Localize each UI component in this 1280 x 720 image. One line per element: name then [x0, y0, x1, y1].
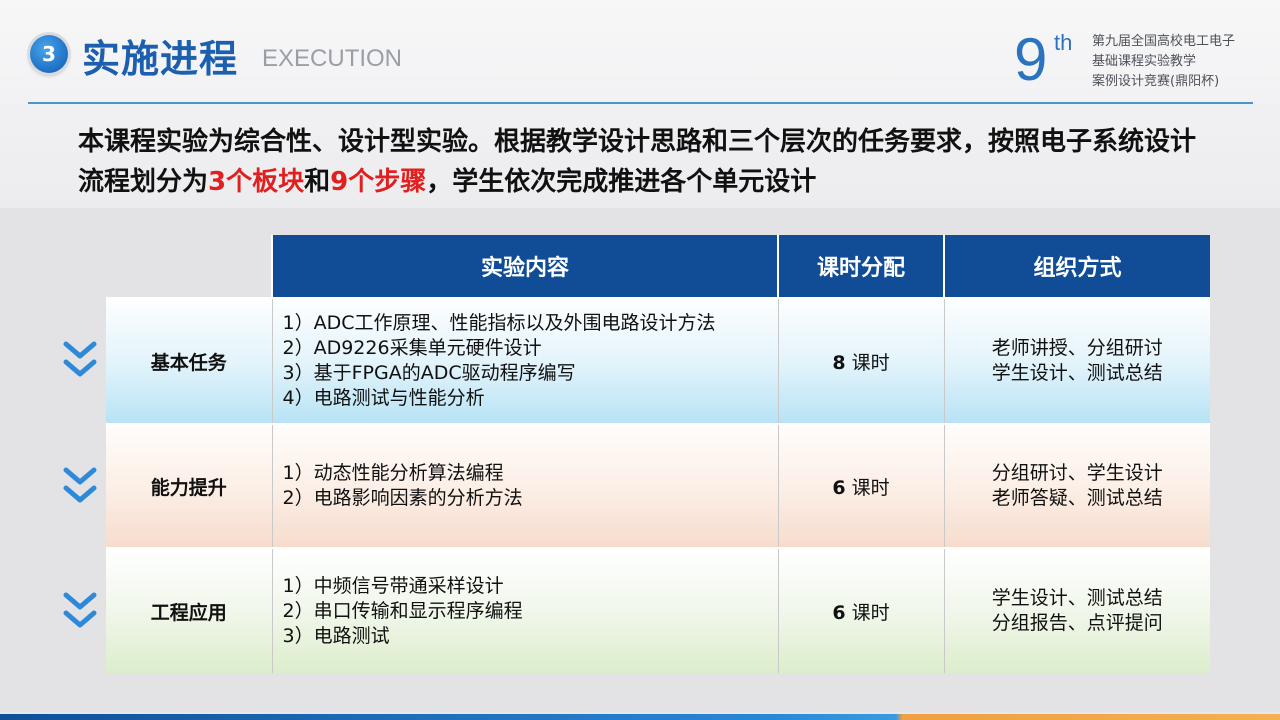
org-item: 老师答疑、测试总结 [991, 487, 1163, 509]
hours-unit: 课时 [851, 601, 890, 624]
intro-text: 和 [304, 167, 331, 197]
org-item: 老师讲授、分组研讨 [991, 337, 1163, 359]
competition-logo-number: 9 [1014, 26, 1048, 93]
row-organization: 老师讲授、分组研讨 学生设计、测试总结 [943, 297, 1210, 424]
row-label: 工程应用 [106, 547, 272, 673]
content-item: 2）电路影响因素的分析方法 [282, 487, 523, 509]
org-item: 学生设计、测试总结 [991, 587, 1163, 609]
row-hours: 8 课时 [777, 297, 944, 424]
row-content: 1）动态性能分析算法编程 2）电路影响因素的分析方法 [271, 423, 778, 548]
row-organization: 分组研讨、学生设计 老师答疑、测试总结 [943, 423, 1210, 548]
row-hours: 6 课时 [777, 423, 944, 548]
org-item: 学生设计、测试总结 [991, 362, 1163, 384]
content-item: 3）电路测试 [282, 624, 390, 647]
intro-paragraph: 本课程实验为综合性、设计型实验。根据教学设计思路和三个层次的任务要求，按照电子系… [78, 122, 1218, 202]
row-label: 基本任务 [106, 297, 272, 424]
section-number-badge: 3 [30, 35, 68, 73]
hours-number: 6 [832, 601, 846, 624]
row-organization: 学生设计、测试总结 分组报告、点评提问 [943, 547, 1210, 673]
header-divider [28, 102, 1253, 104]
row-content: 1）ADC工作原理、性能指标以及外围电路设计方法 2）AD9226采集单元硬件设… [271, 297, 778, 424]
hours-unit: 课时 [851, 351, 890, 374]
org-item: 分组报告、点评提问 [991, 612, 1163, 634]
competition-name: 第九届全国高校电工电子 基础课程实验教学 案例设计竞赛(鼎阳杯) [1092, 32, 1235, 92]
intro-highlight-steps: 9个步骤 [330, 167, 427, 197]
org-item: 分组研讨、学生设计 [991, 462, 1163, 484]
competition-name-line: 基础课程实验教学 [1092, 54, 1197, 69]
table-row: 工程应用 1）中频信号带通采样设计 2）串口传输和显示程序编程 3）电路测试 6… [106, 547, 1210, 673]
page-title-english: EXECUTION [262, 45, 403, 72]
content-item: 1）ADC工作原理、性能指标以及外围电路设计方法 [282, 312, 716, 334]
hours-number: 8 [832, 351, 846, 374]
table-header-content: 实验内容 [271, 235, 778, 298]
table-header-empty [106, 235, 272, 298]
competition-name-line: 案例设计竞赛(鼎阳杯) [1092, 74, 1220, 89]
content-item: 4）电路测试与性能分析 [282, 387, 485, 409]
table-header-hours: 课时分配 [777, 235, 944, 298]
competition-name-line: 第九届全国高校电工电子 [1092, 34, 1236, 49]
double-chevron-down-icon [63, 592, 97, 628]
row-label: 能力提升 [106, 423, 272, 548]
page-title: 实施进程 [82, 37, 239, 81]
content-item: 3）基于FPGA的ADC驱动程序编写 [282, 362, 576, 384]
content-item: 1）中频信号带通采样设计 [282, 574, 504, 597]
competition-logo-suffix: th [1054, 30, 1073, 55]
table-header-organization: 组织方式 [943, 235, 1210, 298]
row-content: 1）中频信号带通采样设计 2）串口传输和显示程序编程 3）电路测试 [271, 547, 778, 673]
content-item: 1）动态性能分析算法编程 [282, 462, 504, 484]
schedule-table: 实验内容 课时分配 组织方式 基本任务 1）ADC工作原理、性能指标以及外围电路… [106, 235, 1210, 673]
intro-highlight-modules: 3个板块 [208, 167, 305, 197]
hours-number: 6 [832, 476, 846, 499]
double-chevron-down-icon [63, 467, 97, 503]
hours-unit: 课时 [851, 476, 890, 499]
content-item: 2）串口传输和显示程序编程 [282, 599, 523, 622]
table-row: 能力提升 1）动态性能分析算法编程 2）电路影响因素的分析方法 6 课时 分组研讨… [106, 423, 1210, 548]
double-chevron-down-icon [63, 341, 97, 377]
row-hours: 6 课时 [777, 547, 944, 673]
content-item: 2）AD9226采集单元硬件设计 [282, 337, 542, 359]
intro-text: ，学生依次完成推进各个单元设计 [426, 167, 817, 197]
footer-bar [0, 714, 1280, 720]
table-row: 基本任务 1）ADC工作原理、性能指标以及外围电路设计方法 2）AD9226采集… [106, 297, 1210, 424]
